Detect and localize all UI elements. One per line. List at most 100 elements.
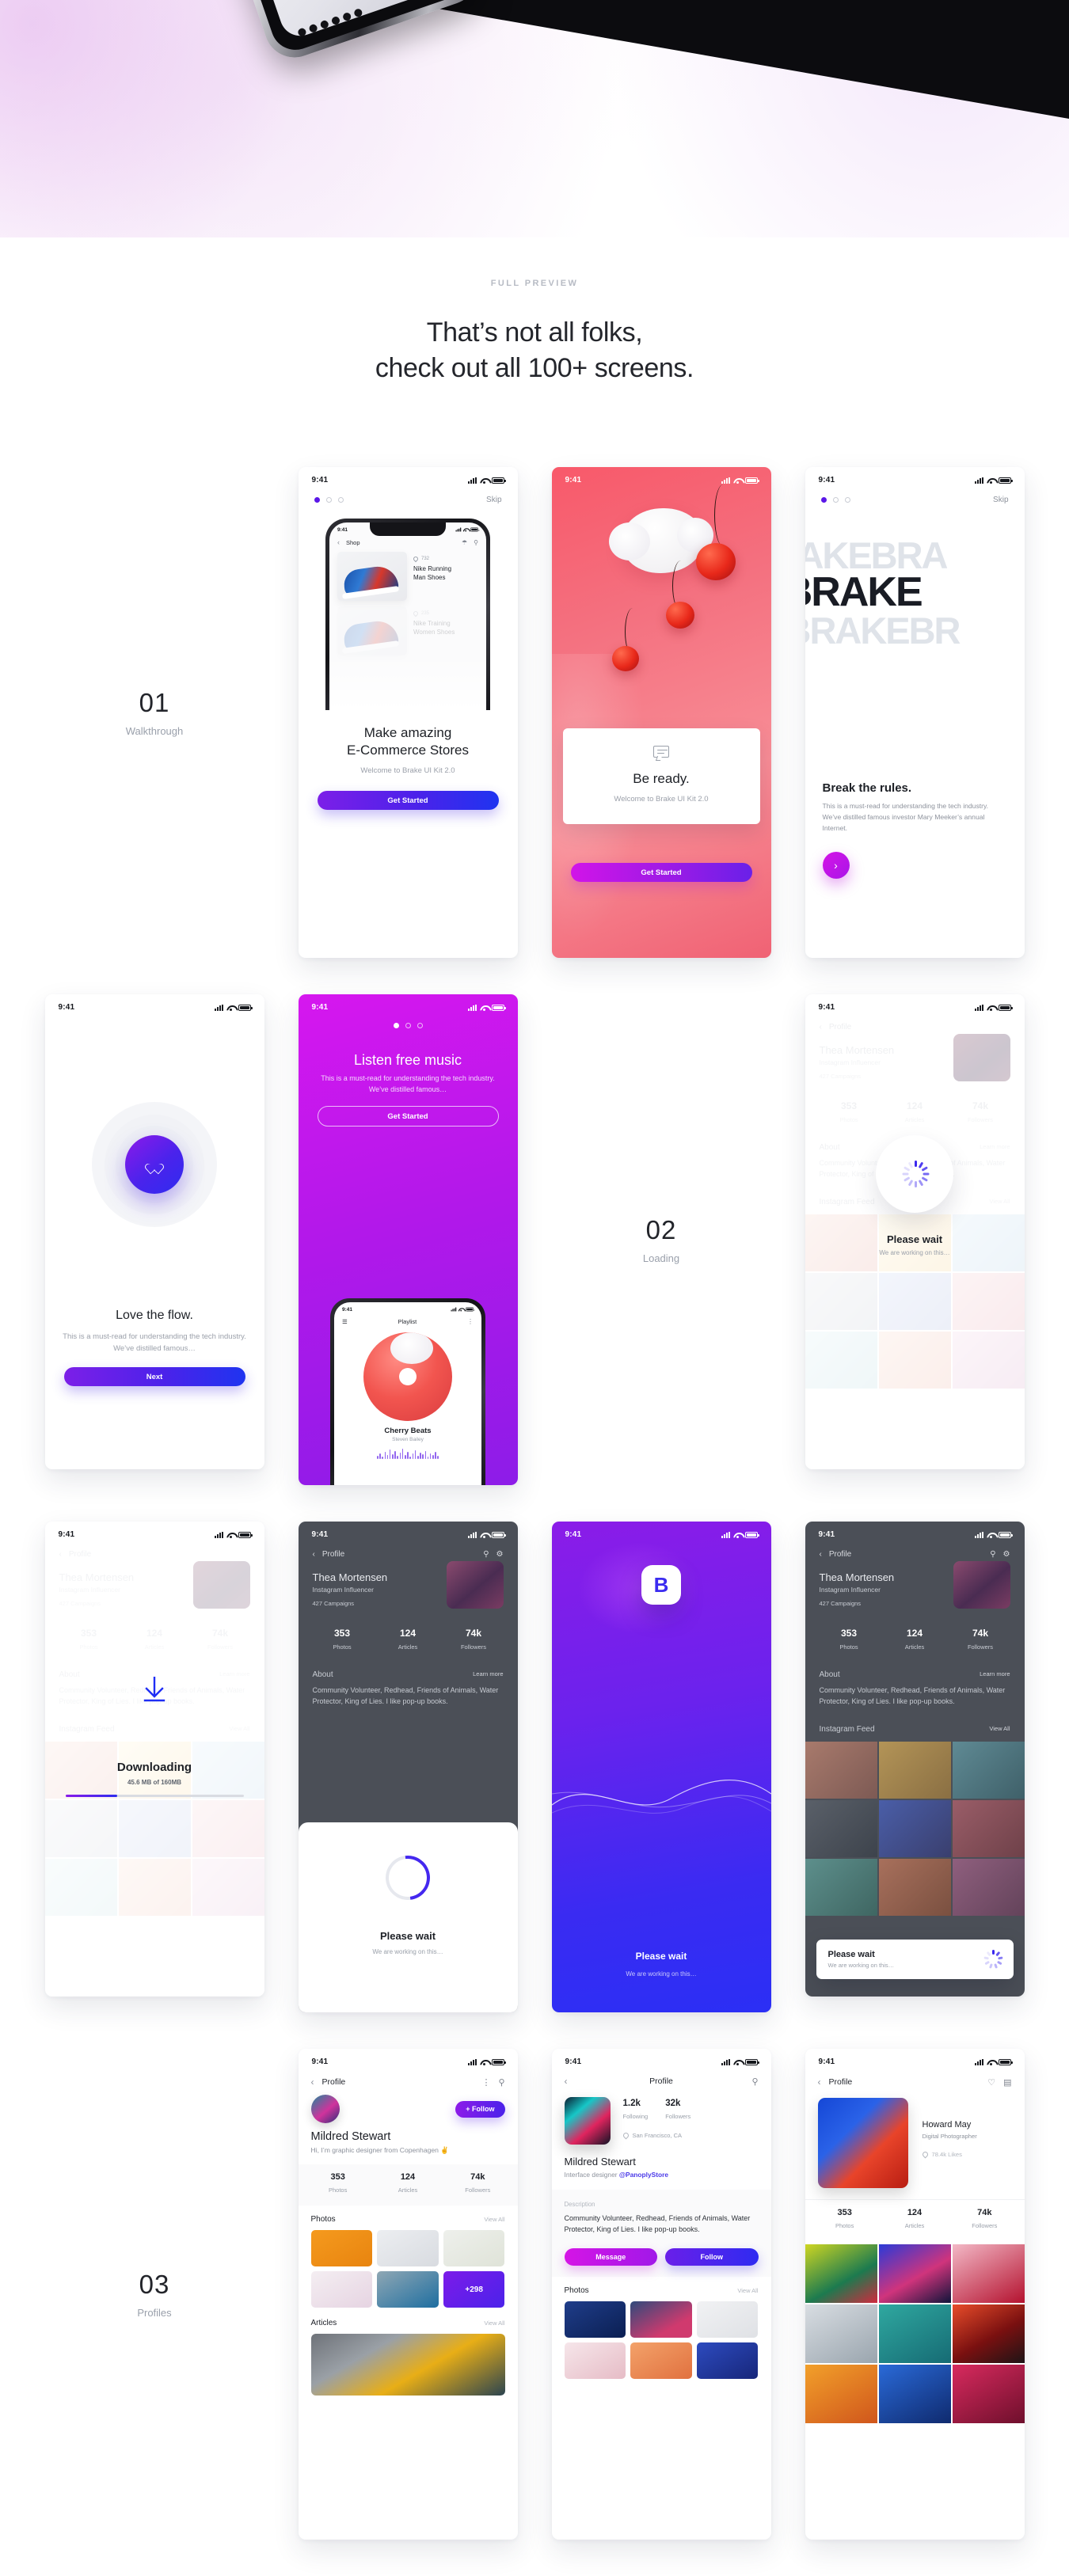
screen-card-loading-sheet[interactable]: ‹ Profile ⚲ ⚙ Thea Mortensen Instagram In…: [298, 1522, 518, 2012]
screen-card-downloading[interactable]: ‹ Profile Thea Mortensen Instagram Influ…: [44, 1522, 264, 1997]
avatar[interactable]: [564, 2097, 611, 2145]
card-title: Be ready.: [633, 771, 690, 786]
battery-icon: [998, 2058, 1013, 2065]
article-thumbnail[interactable]: [310, 2334, 505, 2396]
search-icon[interactable]: ⚲: [498, 2077, 504, 2088]
photo-tile[interactable]: [952, 2244, 1025, 2303]
screen-card-listen-music[interactable]: 9:41 Listen free music This is a must-re…: [298, 994, 518, 1485]
next-button[interactable]: Next: [63, 1367, 245, 1387]
search-icon[interactable]: ⚲: [474, 539, 478, 546]
inner-device-mockup: 9:41 ‹ Shop ☂ ⚲ 732 Nike Running Man Sho…: [325, 519, 490, 710]
next-arrow-button[interactable]: ›: [822, 851, 850, 879]
photo-tile[interactable]: [805, 2365, 877, 2423]
photo-tile[interactable]: [878, 2365, 951, 2423]
pager-dots[interactable]: [314, 497, 344, 503]
photo-tile[interactable]: [805, 2244, 877, 2303]
back-icon[interactable]: ‹: [313, 1550, 315, 1559]
photo-tile[interactable]: [952, 2365, 1025, 2423]
gear-icon[interactable]: ⚙: [496, 1550, 504, 1559]
heart-button[interactable]: [125, 1135, 184, 1194]
photo-tile[interactable]: [696, 2301, 759, 2338]
photos-head: Photos: [310, 2215, 336, 2224]
skip-button[interactable]: Skip: [993, 496, 1008, 504]
photo-tile[interactable]: [564, 2342, 626, 2379]
photo-tile[interactable]: [443, 2230, 505, 2266]
screen-card-profile-c[interactable]: 9:41 ‹ Profile ♡ ▤ Howard May Digital Ph…: [805, 2049, 1025, 2540]
photo-tile[interactable]: [630, 2301, 692, 2338]
profile-photo[interactable]: [817, 2098, 908, 2188]
product-item[interactable]: 235 Nike Training Women Shoes: [337, 606, 478, 655]
screen-card-love-flow[interactable]: 9:41 Love the flow. This is a must-read …: [44, 994, 264, 1469]
more-photos-tile[interactable]: +298: [443, 2271, 505, 2308]
avatar[interactable]: [310, 2095, 340, 2123]
dot-spinner-icon: [901, 1161, 930, 1187]
stat-label: Photos: [835, 2222, 854, 2229]
battery-icon: [998, 477, 1013, 484]
screen-card-loading-toast[interactable]: ‹ Profile ⚲ ⚙ Thea Mortensen Instagram In…: [805, 1522, 1025, 1997]
screen-card-ecommerce[interactable]: 9:41 Skip 9:41 ‹ Shop ☂ ⚲ 732 Nike Runni…: [298, 467, 518, 958]
get-started-button[interactable]: Get Started: [317, 791, 499, 811]
pager-dots[interactable]: [820, 497, 850, 503]
wifi-icon: [987, 477, 995, 484]
stat-value: 124: [907, 2208, 923, 2217]
loading-subtitle: We are working on this…: [626, 1970, 697, 1978]
search-icon[interactable]: ⚲: [990, 1550, 995, 1559]
filter-icon[interactable]: ⋮: [481, 2077, 490, 2088]
get-started-button[interactable]: Get Started: [317, 1106, 499, 1127]
learn-more-link[interactable]: Learn more: [980, 1670, 1010, 1679]
equalizer-icon[interactable]: ⋮: [467, 1318, 474, 1325]
back-icon[interactable]: ‹: [818, 2076, 821, 2088]
follow-button[interactable]: Follow: [665, 2247, 759, 2266]
screen-card-profile-b[interactable]: 9:41 ‹ Profile ⚲ 1.2k Following 32k Foll…: [551, 2049, 771, 2540]
search-icon[interactable]: ⚲: [483, 1550, 489, 1559]
card-title: Make amazing E-Commerce Stores: [299, 724, 518, 759]
photo-tile[interactable]: [310, 2230, 373, 2266]
profile-handle[interactable]: @PanoplyStore: [619, 2171, 668, 2179]
skip-button[interactable]: Skip: [486, 496, 501, 504]
photo-tile[interactable]: [805, 2304, 877, 2363]
wifi-icon: [733, 2059, 742, 2065]
articles-view-all[interactable]: View All: [484, 2320, 504, 2327]
photo-tile[interactable]: [696, 2342, 759, 2379]
card-title: Break the rules.: [822, 781, 912, 795]
photos-view-all[interactable]: View All: [484, 2216, 504, 2223]
feed-view-all[interactable]: View All: [989, 1725, 1010, 1734]
battery-icon: [491, 477, 506, 484]
back-icon[interactable]: ‹: [311, 2076, 314, 2088]
screen-card-be-ready[interactable]: 9:41 Be ready. Welcome to Brake UI Kit 2…: [551, 467, 771, 958]
pager-dots[interactable]: [393, 1023, 423, 1028]
photo-tile[interactable]: [377, 2271, 439, 2308]
message-icon[interactable]: ▤: [1003, 2077, 1011, 2088]
photo-tile[interactable]: [952, 2304, 1025, 2363]
loading-title: Please wait: [635, 1951, 687, 1962]
screen-card-splash[interactable]: 9:41 B Please wait We are working on thi…: [551, 1522, 771, 2012]
heart-icon[interactable]: ♡: [987, 2077, 995, 2088]
screen-card-profile-a[interactable]: 9:41 ‹ Profile ⋮ ⚲ + Follow Mildred Stew…: [298, 2049, 518, 2540]
grid-row-4: 03 Profiles 9:41 ‹ Profile ⋮ ⚲ + Follow …: [0, 2049, 1069, 2540]
screen-card-break-rules[interactable]: 9:41 Skip RAKEBRA KEBRAKE BRAKEBR Break …: [805, 467, 1025, 958]
photo-tile[interactable]: [630, 2342, 692, 2379]
loading-subtitle: We are working on this…: [372, 1948, 443, 1955]
back-icon[interactable]: ‹: [565, 2076, 568, 2087]
photo-tile[interactable]: [878, 2304, 951, 2363]
product-item[interactable]: 732 Nike Running Man Shoes: [337, 552, 478, 601]
follow-button[interactable]: + Follow: [455, 2100, 505, 2118]
learn-more-link[interactable]: Learn more: [473, 1670, 503, 1679]
status-time: 9:41: [565, 1530, 582, 1539]
photo-tile[interactable]: [310, 2271, 373, 2308]
bag-icon[interactable]: ☂: [462, 539, 467, 546]
photos-view-all[interactable]: View All: [737, 2287, 758, 2294]
search-icon[interactable]: ⚲: [751, 2076, 758, 2087]
back-icon[interactable]: ‹: [337, 538, 340, 546]
menu-icon[interactable]: ☰: [342, 1318, 348, 1325]
get-started-button[interactable]: Get Started: [570, 863, 752, 882]
screen-card-loading-light[interactable]: ‹ Profile Thea Mortensen Instagram Influ…: [805, 994, 1025, 1469]
gear-icon[interactable]: ⚙: [1003, 1550, 1010, 1559]
photo-tile[interactable]: [564, 2301, 626, 2338]
back-icon[interactable]: ‹: [820, 1550, 822, 1559]
waveform[interactable]: [334, 1448, 481, 1459]
loading-toast[interactable]: Please wait We are working on this…: [816, 1940, 1014, 1979]
photo-tile[interactable]: [878, 2244, 951, 2303]
message-button[interactable]: Message: [564, 2247, 657, 2266]
photo-tile[interactable]: [377, 2230, 439, 2266]
